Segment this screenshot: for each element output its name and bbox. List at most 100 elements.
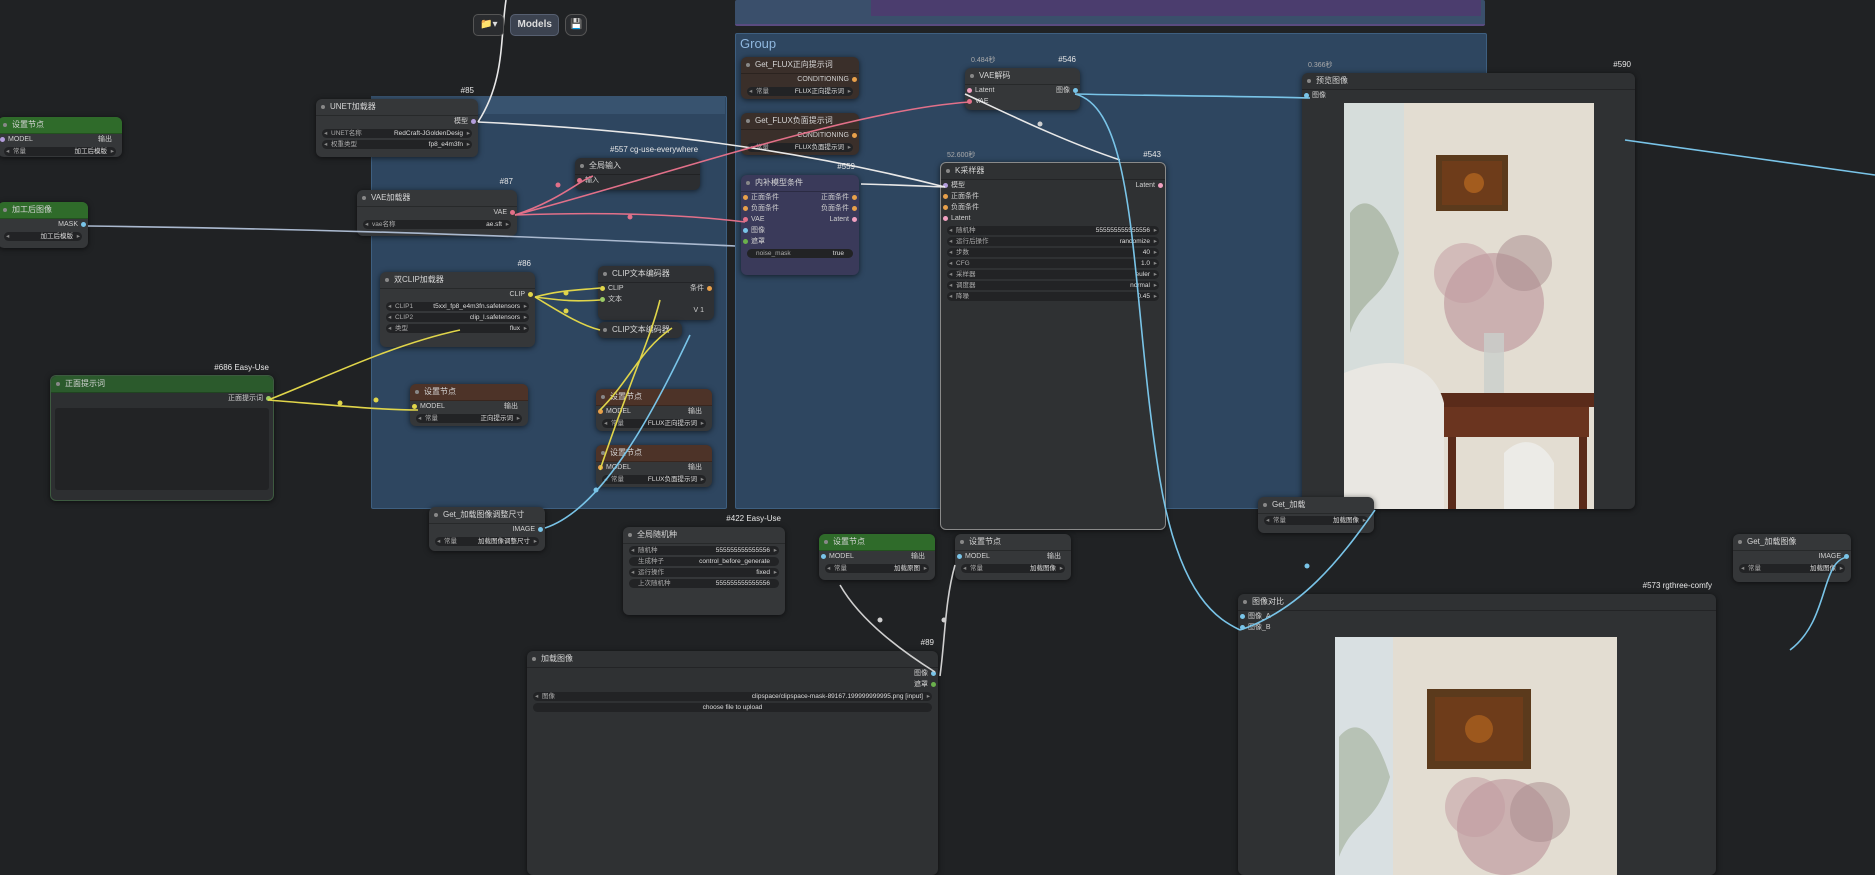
set-node-flux-positive[interactable]: 设置节点 MODEL输出 常量FLUX正向提示词 <box>596 389 712 431</box>
clip-input-socket[interactable] <box>600 286 605 291</box>
const-widget[interactable]: 常量加载图像 <box>961 564 1065 573</box>
mask-output-socket[interactable] <box>81 222 86 227</box>
dual-clip-loader-node[interactable]: #86 双CLIP加载器 CLIP CLIP1t5xxl_fp8_e4m3fn.… <box>380 259 535 347</box>
image-output-socket[interactable] <box>538 527 543 532</box>
model-output-socket[interactable] <box>471 119 476 124</box>
seed-widget[interactable]: 随机种555555555555556 <box>629 546 779 555</box>
image-input-socket[interactable] <box>743 228 748 233</box>
get-load-image-node-b[interactable]: Get_加载图像 IMAGE 常量加载图像 <box>1733 534 1851 582</box>
preview-image[interactable] <box>1344 103 1594 509</box>
global-seed-node[interactable]: #422 Easy-Use 全局随机种 随机种555555555555556 生… <box>623 514 785 615</box>
const-widget[interactable]: 加工后模版 <box>4 232 82 241</box>
latent-input-socket[interactable] <box>943 216 948 221</box>
unet-name-widget[interactable]: UNET名称RedCraft-JGoldenDesig <box>322 129 472 138</box>
const-widget[interactable]: 常量FLUX正向提示词 <box>747 87 853 96</box>
const-widget[interactable]: 常量加载图像 <box>1739 564 1845 573</box>
set-node-load-original[interactable]: 设置节点 MODEL输出 常量加载原图 <box>819 534 935 580</box>
noise-mask-toggle[interactable]: noise_mask true <box>747 249 853 258</box>
latent-input-socket[interactable] <box>967 88 972 93</box>
models-button[interactable]: Models <box>510 14 559 36</box>
latent-output-socket[interactable] <box>1158 183 1163 188</box>
image-output-socket[interactable] <box>1073 88 1078 93</box>
latent-output-socket[interactable] <box>852 217 857 222</box>
text-input-socket[interactable] <box>600 297 605 302</box>
save-button[interactable]: 💾 <box>564 14 587 36</box>
pos-cond-input-socket[interactable] <box>943 194 948 199</box>
get-flux-negative-node[interactable]: Get_FLUX负面提示词 CONDITIONING 常量FLUX负面提示词 <box>741 113 859 155</box>
set-node-load-image[interactable]: 设置节点 MODEL输出 常量加载图像 <box>955 534 1071 580</box>
get-flux-positive-node[interactable]: Get_FLUX正向提示词 CONDITIONING 常量FLUX正向提示词 <box>741 57 859 99</box>
upload-button[interactable]: choose file to upload <box>533 703 932 712</box>
sampler-widget[interactable]: 采样器euler <box>947 270 1159 279</box>
seed-widget[interactable]: 随机种555555555555556 <box>947 226 1159 235</box>
model-input-socket[interactable] <box>0 137 5 142</box>
cond-output-socket[interactable] <box>852 133 857 138</box>
const-widget[interactable]: 常量加载图像调整尺寸 <box>435 537 539 546</box>
steps-widget[interactable]: 步数40 <box>947 248 1159 257</box>
const-widget[interactable]: 常量加工后模版 <box>4 147 116 156</box>
model-input-socket[interactable] <box>598 409 603 414</box>
model-input-socket[interactable] <box>957 554 962 559</box>
vae-loader-node[interactable]: #87 VAE加载器 VAE vae名称ae.sft <box>357 177 517 236</box>
generate-seed-widget[interactable]: 生成种子 control_before_generate <box>629 557 779 566</box>
neg-cond-input-socket[interactable] <box>743 206 748 211</box>
cfg-widget[interactable]: CFG1.0 <box>947 259 1159 268</box>
inpaint-conditioning-node[interactable]: #559 内补模型条件 正面条件 正面条件 负面条件 负面条件 VAE Latent … <box>741 162 859 275</box>
model-input-socket[interactable] <box>821 554 826 559</box>
preview-image-node[interactable]: 0.366秒 #590 预览图像 图像 <box>1302 60 1635 509</box>
image-output-socket[interactable] <box>931 671 936 676</box>
const-widget[interactable]: 常量加载图像 <box>1264 516 1368 525</box>
model-input-socket[interactable] <box>598 465 603 470</box>
set-node-left[interactable]: 设置节点 MODEL输出 常量加工后模版 <box>0 117 122 157</box>
const-widget[interactable]: 常量正向提示词 <box>416 414 522 423</box>
const-widget[interactable]: 常量FLUX负面提示词 <box>602 475 706 484</box>
vae-input-socket[interactable] <box>743 217 748 222</box>
clip-output-socket[interactable] <box>528 292 533 297</box>
image-input-socket[interactable] <box>1304 93 1309 98</box>
folder-button[interactable]: 📁▾ <box>473 14 505 36</box>
anywhere-input-socket[interactable] <box>577 178 582 183</box>
anywhere-node[interactable]: #557 cg-use-everywhere 全局输入 输入 <box>575 145 700 190</box>
ksampler-node[interactable]: 52.600秒 #543 K采样器 模型 Latent 正面条件 负面条件 Lat… <box>940 150 1166 530</box>
clip-text-encoder-node-2[interactable]: CLIP文本编码器 <box>598 322 682 338</box>
run-action-widget[interactable]: 运行操作fixed <box>629 568 779 577</box>
clip-text-encoder-node-1[interactable]: CLIP文本编码器 CLIP 条件 文本 V 1 <box>598 266 714 320</box>
control-after-widget[interactable]: 运行后操作randomize <box>947 237 1159 246</box>
prompt-output-socket[interactable] <box>266 396 271 401</box>
image-compare-node[interactable]: #573 rgthree-comfy 图像对比 图像_A 图像_B <box>1238 581 1716 875</box>
model-input-socket[interactable] <box>943 183 948 188</box>
mask-input-socket[interactable] <box>743 239 748 244</box>
vae-output-socket[interactable] <box>510 210 515 215</box>
pos-cond-input-socket[interactable] <box>743 195 748 200</box>
set-node-flux-negative[interactable]: 设置节点 MODEL输出 常量FLUX负面提示词 <box>596 445 712 487</box>
load-image-node[interactable]: #89 加载图像 图像 遮罩 图像clipspace/clipspace-mas… <box>527 638 938 875</box>
clip2-widget[interactable]: CLIP2clip_l.safetensors <box>386 313 529 322</box>
processed-image-node[interactable]: 加工后图像 MASK 加工后模版 <box>0 202 88 248</box>
get-load-image-node-a[interactable]: Get_加载 常量加载图像 <box>1258 497 1374 533</box>
positive-prompt-node[interactable]: #686 Easy-Use 正面提示词 正面提示词 <box>50 363 274 501</box>
denoise-widget[interactable]: 降噪0.45 <box>947 292 1159 301</box>
pos-cond-output-socket[interactable] <box>852 195 857 200</box>
mask-output-socket[interactable] <box>931 682 936 687</box>
get-image-resize-node[interactable]: Get_加载图像调整尺寸 IMAGE 常量加载图像调整尺寸 <box>429 507 545 551</box>
neg-cond-output-socket[interactable] <box>852 206 857 211</box>
neg-cond-input-socket[interactable] <box>943 205 948 210</box>
type-widget[interactable]: 类型flux <box>386 324 529 333</box>
last-seed-widget[interactable]: 上次随机种 555555555555556 <box>629 579 779 588</box>
cond-output-socket[interactable] <box>852 77 857 82</box>
image-output-socket[interactable] <box>1844 554 1849 559</box>
const-widget[interactable]: 常量FLUX正向提示词 <box>602 419 706 428</box>
image-file-widget[interactable]: 图像clipspace/clipspace-mask-89167.1999999… <box>533 692 932 701</box>
scheduler-widget[interactable]: 调度器normal <box>947 281 1159 290</box>
image-a-input-socket[interactable] <box>1240 614 1245 619</box>
cond-output-socket[interactable] <box>707 286 712 291</box>
unet-loader-node[interactable]: #85 UNET加载器 模型 UNET名称RedCraft-JGoldenDes… <box>316 86 478 157</box>
set-node-positive[interactable]: 设置节点 MODEL输出 常量正向提示词 <box>410 384 528 426</box>
model-input-socket[interactable] <box>412 404 417 409</box>
compare-image[interactable] <box>1335 637 1617 875</box>
prompt-textarea[interactable] <box>55 408 269 490</box>
vae-decode-node[interactable]: 0.484秒 #546 VAE解码 Latent 图像 VAE <box>965 55 1080 110</box>
weight-type-widget[interactable]: 权重类型fp8_e4m3fn <box>322 140 472 149</box>
vae-input-socket[interactable] <box>967 99 972 104</box>
const-widget[interactable]: 常量FLUX负面提示词 <box>747 143 853 152</box>
